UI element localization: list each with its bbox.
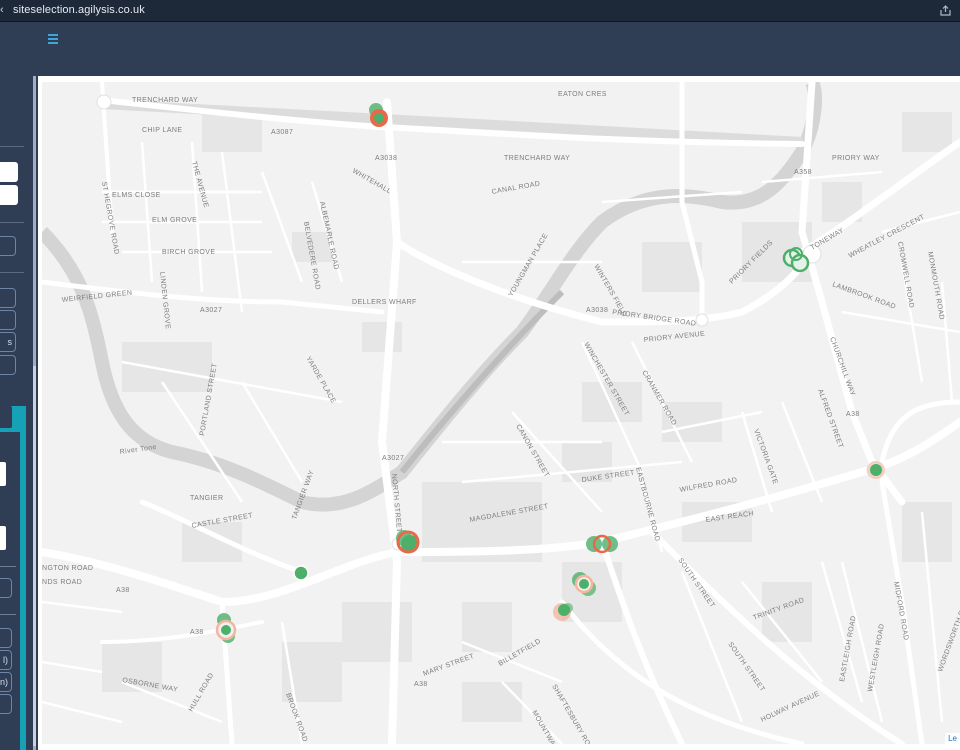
map-label: CHIP LANE xyxy=(142,127,182,134)
sidebar-teal-panel: l) on) xyxy=(0,406,26,750)
sidebar-panel-button-3[interactable]: l) xyxy=(0,650,12,670)
sidebar-divider xyxy=(0,614,16,615)
back-icon[interactable]: ‹ xyxy=(0,3,6,17)
map-label: TRENCHARD WAY xyxy=(504,155,570,162)
map-label: BIRCH GROVE xyxy=(162,249,215,256)
map-label: A38 xyxy=(190,629,204,636)
map-label: DELLERS WHARF xyxy=(352,299,417,306)
site-marker-cluster-centre[interactable] xyxy=(396,530,420,554)
map[interactable]: TRENCHARD WAY CHIP LANE ST HEGROVE ROAD … xyxy=(42,82,960,744)
sidebar-input-2[interactable] xyxy=(0,185,18,205)
map-label: A38 xyxy=(414,681,428,688)
sidebar-panel-body: l) on) xyxy=(0,432,20,750)
sidebar-panel-input-1[interactable] xyxy=(0,462,6,486)
sidebar-scrollbar-thumb[interactable] xyxy=(33,366,36,746)
sidebar-tab[interactable] xyxy=(0,406,12,428)
map-label: A3087 xyxy=(271,129,293,136)
map-label: NDS ROAD xyxy=(42,579,82,586)
sidebar-button-4[interactable]: s xyxy=(0,332,16,352)
sidebar-divider xyxy=(0,222,24,223)
sidebar-divider xyxy=(0,566,16,567)
app-header xyxy=(0,22,960,76)
map-label: ELM GROVE xyxy=(152,217,197,224)
sidebar-button-2[interactable] xyxy=(0,288,16,308)
site-marker-west[interactable] xyxy=(293,565,309,581)
map-label: NGTON ROAD xyxy=(42,565,93,572)
browser-address-bar: ‹ siteselection.agilysis.co.uk xyxy=(0,0,960,22)
sidebar-panel-button-5[interactable] xyxy=(0,694,12,714)
map-label: A3027 xyxy=(382,455,404,462)
sidebar-button-1[interactable] xyxy=(0,236,16,256)
site-marker-east-reach[interactable] xyxy=(867,461,885,479)
map-label: A38 xyxy=(846,411,860,418)
map-label: ELMS CLOSE xyxy=(112,192,161,199)
map-container: TRENCHARD WAY CHIP LANE ST HEGROVE ROAD … xyxy=(38,76,960,750)
sidebar-input-1[interactable] xyxy=(0,162,18,182)
sidebar-panel-button-1[interactable] xyxy=(0,578,12,598)
sidebar-panel-button-2[interactable] xyxy=(0,628,12,648)
sidebar-divider xyxy=(0,272,24,273)
map-label: TANGIER xyxy=(190,495,223,502)
sidebar: s l) on) xyxy=(0,76,36,750)
sidebar-button-5[interactable] xyxy=(0,355,16,375)
map-label: A38 xyxy=(116,587,130,594)
map-label: A3038 xyxy=(586,307,608,314)
map-label: A3027 xyxy=(200,307,222,314)
map-label: A3038 xyxy=(375,155,397,162)
map-canvas[interactable]: TRENCHARD WAY CHIP LANE ST HEGROVE ROAD … xyxy=(42,82,960,744)
share-icon[interactable] xyxy=(939,4,952,17)
sidebar-panel-button-4[interactable]: on) xyxy=(0,672,12,692)
map-label: PRIORY WAY xyxy=(832,155,880,162)
map-label: A358 xyxy=(794,169,812,176)
address-url[interactable]: siteselection.agilysis.co.uk xyxy=(13,4,145,16)
sidebar-divider xyxy=(0,146,24,147)
map-attribution[interactable]: Le xyxy=(945,733,960,744)
hamburger-menu-icon[interactable] xyxy=(48,33,60,45)
map-label: TRENCHARD WAY xyxy=(132,97,198,104)
map-label: EATON CRES xyxy=(558,91,607,98)
sidebar-button-3[interactable] xyxy=(0,310,16,330)
sidebar-panel-input-2[interactable] xyxy=(0,526,6,550)
